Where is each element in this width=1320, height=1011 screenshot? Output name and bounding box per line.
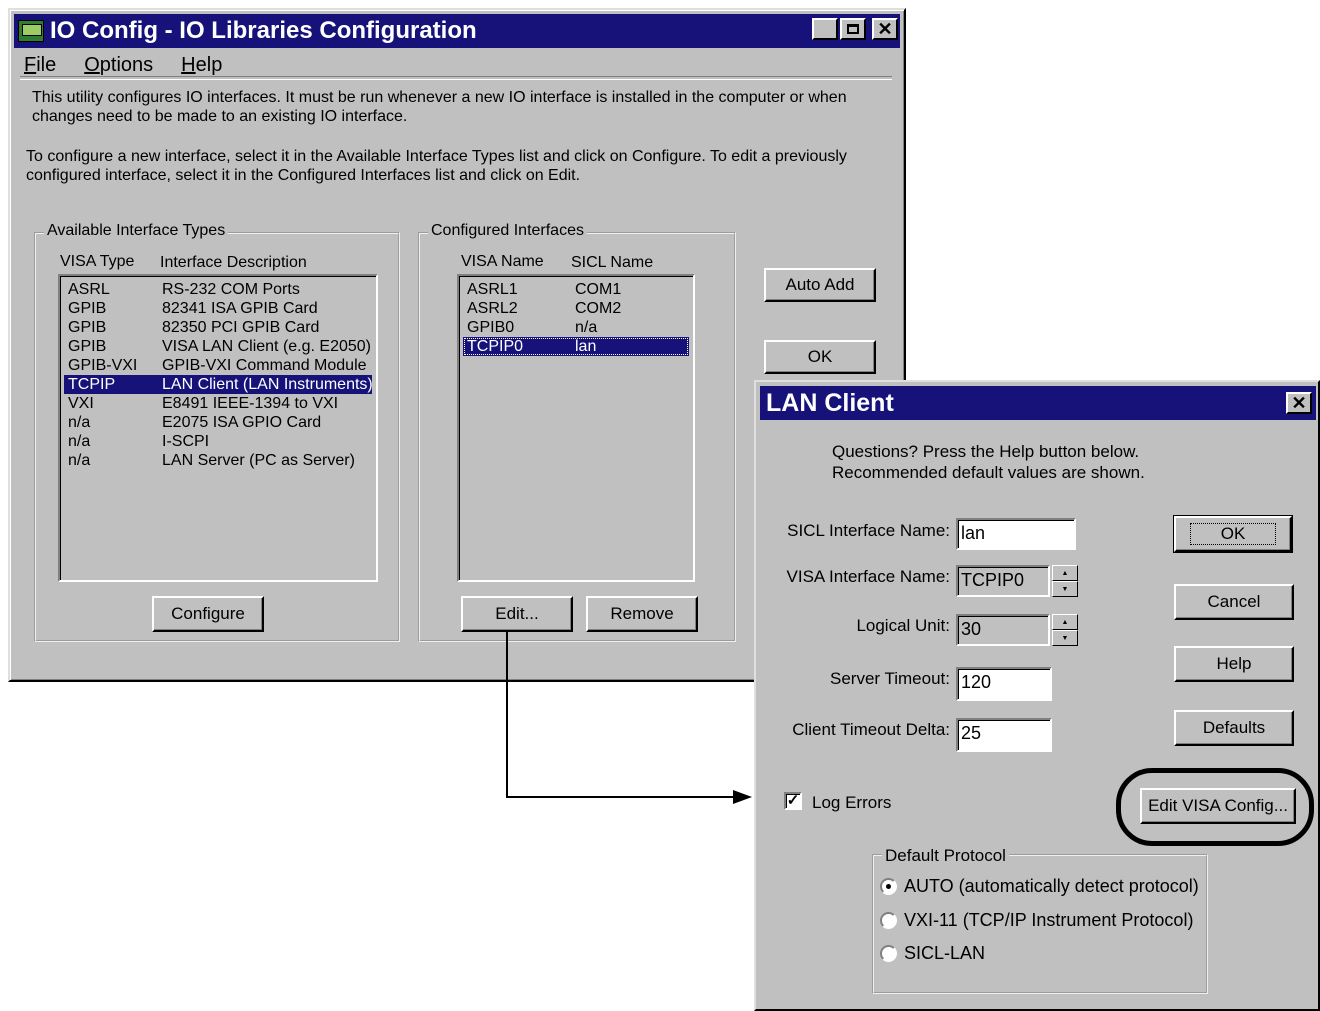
checkmark-icon: ✓: [786, 792, 800, 809]
protocol-vxi11-label: VXI-11 (TCP/IP Instrument Protocol): [904, 910, 1194, 930]
protocol-vxi11-radio[interactable]: [880, 912, 897, 929]
help-hint-line1: Questions? Press the Help button below.: [832, 442, 1140, 461]
log-errors-checkbox[interactable]: ✓: [784, 792, 802, 810]
logical-unit-field[interactable]: 30: [956, 614, 1050, 646]
protocol-sicl-lan-radio[interactable]: [880, 945, 897, 962]
spin-up-icon[interactable]: ▲: [1052, 614, 1078, 630]
spin-down-icon[interactable]: ▼: [1052, 630, 1078, 646]
defaults-button[interactable]: Defaults: [1174, 710, 1294, 746]
protocol-auto-radio[interactable]: [880, 878, 897, 895]
server-timeout-field[interactable]: 120: [956, 667, 1052, 701]
help-button[interactable]: Help: [1174, 646, 1294, 682]
client-timeout-delta-label: Client Timeout Delta:: [792, 720, 950, 739]
cancel-button[interactable]: Cancel: [1174, 584, 1294, 620]
logical-unit-label: Logical Unit:: [856, 616, 950, 635]
help-hint-line2: Recommended default values are shown.: [832, 463, 1145, 482]
highlight-ring: [1116, 768, 1314, 846]
server-timeout-label: Server Timeout:: [830, 669, 950, 688]
protocol-auto-label: AUTO (automatically detect protocol): [904, 876, 1199, 896]
sicl-interface-name-label: SICL Interface Name:: [787, 521, 950, 540]
lan-dialog-title: LAN Client: [766, 388, 894, 417]
lan-close-button[interactable]: ✕: [1286, 392, 1312, 414]
client-timeout-delta-field[interactable]: 25: [956, 718, 1052, 752]
sicl-interface-name-field[interactable]: lan: [956, 518, 1076, 550]
protocol-sicl-lan-label: SICL-LAN: [904, 943, 986, 963]
visa-interface-name-label: VISA Interface Name:: [786, 567, 950, 586]
close-icon: ✕: [1291, 393, 1307, 413]
lan-client-dialog: LAN Client ✕ Questions? Press the Help b…: [754, 380, 1320, 1011]
visa-interface-name-field[interactable]: TCPIP0: [956, 565, 1050, 597]
spin-down-icon[interactable]: ▼: [1052, 581, 1078, 597]
lan-title-bar[interactable]: LAN Client: [760, 386, 1316, 420]
radio-selected-dot: [886, 884, 891, 889]
logical-unit-spinner[interactable]: ▲ ▼: [1052, 614, 1078, 646]
visa-interface-spinner[interactable]: ▲ ▼: [1052, 565, 1078, 597]
log-errors-label: Log Errors: [812, 793, 892, 812]
spin-up-icon[interactable]: ▲: [1052, 565, 1078, 581]
lan-ok-button[interactable]: OK: [1173, 515, 1293, 553]
default-protocol-label: Default Protocol: [882, 846, 1009, 866]
